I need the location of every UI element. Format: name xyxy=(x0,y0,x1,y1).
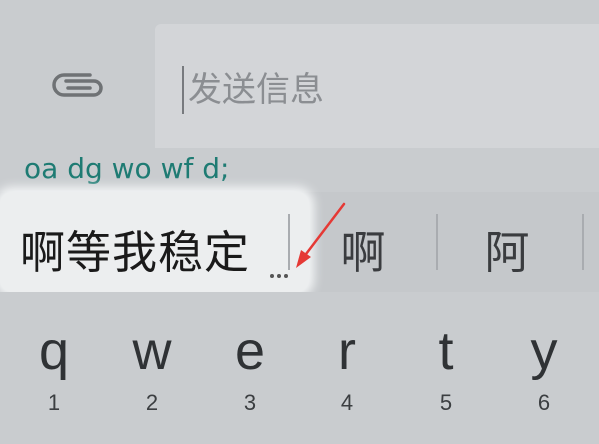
message-input[interactable] xyxy=(188,64,588,116)
candidate-label: 啊等我稳定 xyxy=(20,226,251,279)
key-number: 2 xyxy=(145,390,159,415)
candidate-divider xyxy=(288,214,290,270)
message-composer xyxy=(0,0,599,158)
key-number: 1 xyxy=(47,390,61,415)
ellipsis-icon[interactable] xyxy=(270,272,290,280)
key-letter: e xyxy=(234,321,266,381)
candidate-divider xyxy=(436,214,438,270)
key-r[interactable]: r 4 xyxy=(317,320,377,444)
candidate-item-1[interactable]: 啊等我稳定 xyxy=(0,192,309,292)
message-field-container[interactable] xyxy=(155,24,599,154)
key-e[interactable]: e 3 xyxy=(220,320,280,444)
key-letter: q xyxy=(38,321,70,381)
key-number: 3 xyxy=(243,390,257,415)
key-number: 6 xyxy=(537,390,551,415)
candidate-bar: 啊等我稳定 啊 阿 xyxy=(0,192,599,292)
paperclip-icon xyxy=(52,73,103,97)
key-letter: y xyxy=(530,321,558,381)
key-w[interactable]: w 2 xyxy=(122,320,182,444)
candidate-label: 阿 xyxy=(484,226,530,279)
key-letter: t xyxy=(438,321,454,381)
key-number: 5 xyxy=(439,390,453,415)
candidate-item-3[interactable]: 阿 xyxy=(462,216,552,279)
keyboard: q 1 w 2 e 3 r 4 t 5 y 6 xyxy=(0,292,599,444)
key-y[interactable]: y 6 xyxy=(514,320,574,444)
key-letter: r xyxy=(338,321,356,381)
key-letter: w xyxy=(132,321,172,381)
key-t[interactable]: t 5 xyxy=(416,320,476,444)
attach-button[interactable] xyxy=(50,68,106,108)
pinyin-composition: oa dg wo wf d; xyxy=(24,152,230,185)
text-cursor xyxy=(182,66,184,114)
candidate-item-2[interactable]: 啊 xyxy=(318,216,408,279)
key-number: 4 xyxy=(340,390,354,415)
candidate-divider xyxy=(582,214,584,270)
pinyin-bar: oa dg wo wf d; xyxy=(0,148,599,192)
key-q[interactable]: q 1 xyxy=(24,320,84,444)
candidate-label: 啊 xyxy=(340,226,386,279)
